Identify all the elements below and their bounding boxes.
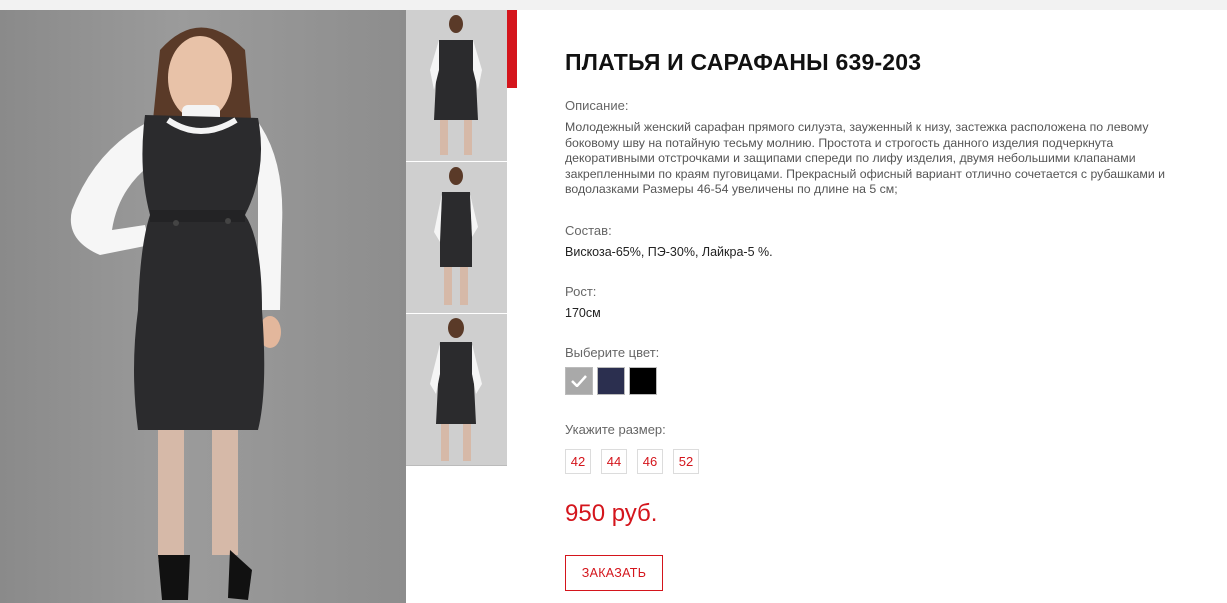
size-option[interactable]: 42 [565,449,591,474]
color-swatch-black[interactable] [629,367,657,395]
main-product-photo[interactable] [0,10,406,603]
thumbnail-front[interactable] [406,10,507,161]
composition-label: Состав: [565,223,612,238]
size-option[interactable]: 52 [673,449,699,474]
size-option[interactable]: 46 [637,449,663,474]
composition-value: Вискоза-65%, ПЭ-30%, Лайкра-5 %. [565,245,773,259]
height-label: Рост: [565,284,597,299]
order-button[interactable]: ЗАКАЗАТЬ [565,555,663,591]
thumbnail-side-illustration [406,162,507,313]
color-label: Выберите цвет: [565,345,660,360]
product-title: ПЛАТЬЯ И САРАФАНЫ 639-203 [565,49,922,75]
color-swatch-grey[interactable] [565,367,593,395]
thumbnail-back-illustration [406,314,507,465]
active-thumbnail-marker [507,10,517,88]
height-value: 170см [565,306,601,320]
description-text: Молодежный женский сарафан прямого силуэ… [565,120,1166,196]
size-option[interactable]: 44 [601,449,627,474]
top-bar [0,0,1227,10]
description-label: Описание: [565,98,629,113]
color-swatch-navy[interactable] [597,367,625,395]
color-swatches [565,367,657,395]
thumbnail-front-illustration [406,10,507,161]
price: 950 руб. [565,500,658,527]
thumbnail-back[interactable] [406,314,507,465]
size-options: 42 44 46 52 [565,449,699,474]
size-label: Укажите размер: [565,422,666,437]
thumbnail-divider [406,465,507,466]
check-icon [571,375,587,387]
thumbnail-side[interactable] [406,162,507,313]
model-photo-illustration [70,27,283,600]
